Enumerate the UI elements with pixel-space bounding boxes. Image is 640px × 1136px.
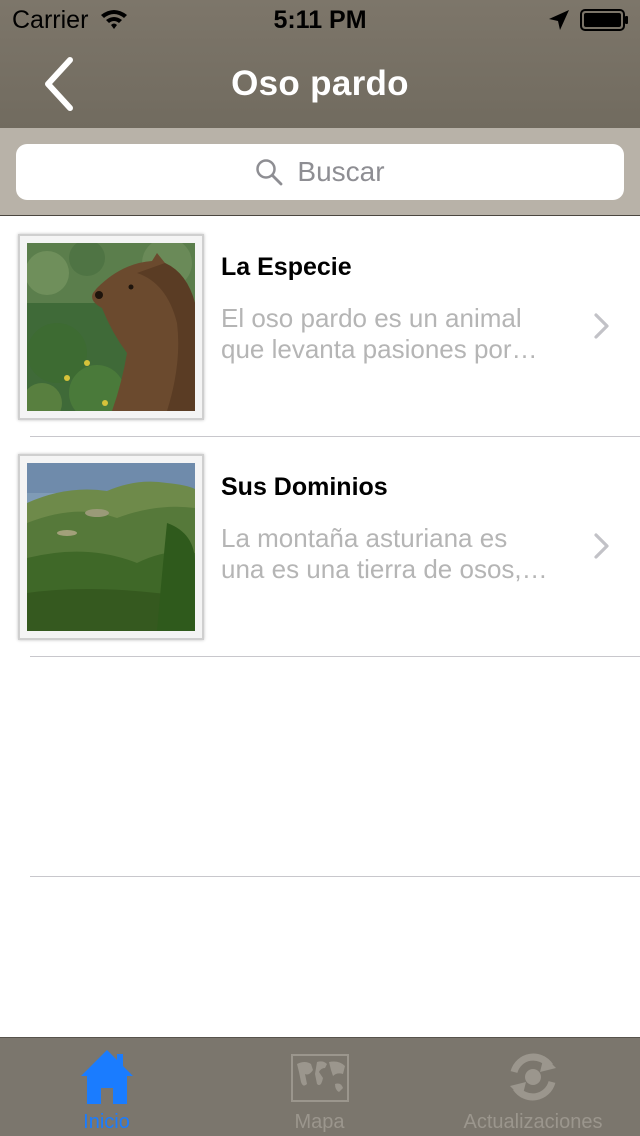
list-item-title: Sus Dominios	[221, 473, 388, 501]
search-bar: Buscar	[0, 128, 640, 216]
header: Carrier 5:11 PM Oso pardo	[0, 0, 640, 128]
battery-icon	[580, 9, 628, 31]
sync-icon	[510, 1053, 556, 1101]
tab-label: Actualizaciones	[463, 1111, 603, 1133]
list-item-subtitle: La montaña asturiana es una es una tierr…	[221, 523, 548, 584]
list-item[interactable]: Sus Dominios La montaña asturiana es una…	[0, 437, 640, 657]
screen: Carrier 5:11 PM Oso pardo Buscar La Espe…	[0, 0, 640, 1136]
search-placeholder: Buscar	[297, 156, 385, 187]
tab-label: Inicio	[83, 1111, 130, 1133]
tab-label: Mapa	[294, 1111, 345, 1133]
tab-actualizaciones[interactable]: Actualizaciones	[426, 1038, 640, 1136]
tab-mapa[interactable]: Mapa	[213, 1038, 426, 1136]
search-icon	[256, 159, 283, 186]
chevron-right-icon	[594, 533, 609, 559]
chevron-right-icon	[594, 313, 609, 339]
thumbnail-frame	[18, 234, 204, 420]
list-item-subtitle: El oso pardo es un animal que levanta pa…	[221, 303, 538, 364]
search-input[interactable]: Buscar	[16, 144, 624, 200]
empty-row	[0, 657, 640, 877]
separator	[30, 876, 640, 877]
world-map-icon	[290, 1054, 349, 1102]
home-icon	[80, 1050, 133, 1104]
list-item-title: La Especie	[221, 253, 352, 281]
navigation-bar: Oso pardo	[0, 40, 640, 128]
brown-bear-photo	[27, 243, 195, 411]
mountain-landscape-photo	[27, 463, 195, 631]
thumbnail-frame	[18, 454, 204, 640]
list-item[interactable]: La Especie El oso pardo es un animal que…	[0, 217, 640, 437]
location-arrow-icon	[549, 10, 569, 30]
page-title: Oso pardo	[231, 64, 409, 103]
clock: 5:11 PM	[273, 6, 367, 34]
status-bar: Carrier 5:11 PM	[0, 0, 640, 40]
content-list: La Especie El oso pardo es un animal que…	[0, 217, 640, 877]
tab-bar: Inicio Mapa Actualizaciones	[0, 1037, 640, 1136]
tab-inicio[interactable]: Inicio	[0, 1038, 213, 1136]
search-field-content: Buscar	[16, 144, 624, 200]
